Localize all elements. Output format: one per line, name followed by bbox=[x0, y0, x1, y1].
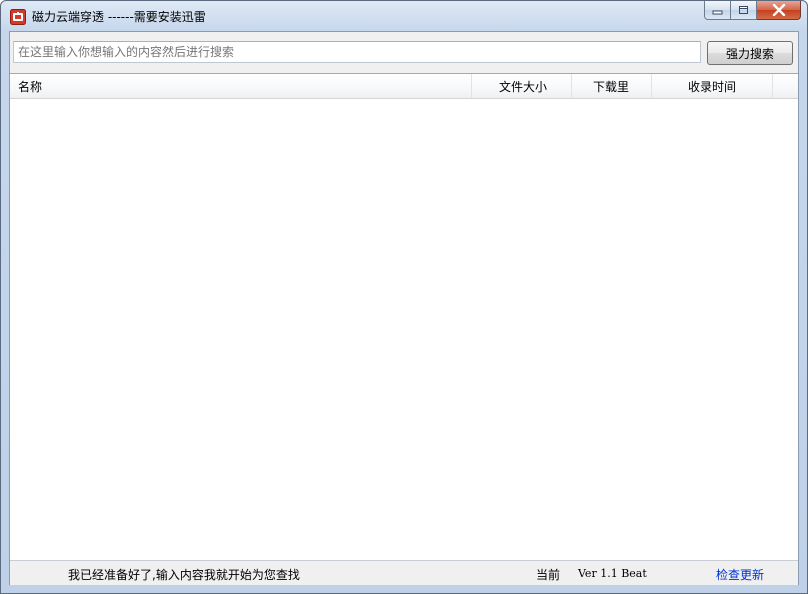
column-header-time[interactable]: 收录时间 bbox=[652, 74, 773, 98]
check-update-link[interactable]: 检查更新 bbox=[716, 566, 764, 583]
results-list[interactable]: 名称 文件大小 下载里 收录时间 bbox=[10, 73, 798, 560]
column-header-size[interactable]: 文件大小 bbox=[472, 74, 572, 98]
maximize-icon bbox=[739, 6, 748, 14]
client-area: 强力搜索 名称 文件大小 下载里 收录时间 我已经准备好了,输入内容我就开始为您… bbox=[9, 31, 799, 585]
column-header-downloads[interactable]: 下载里 bbox=[572, 74, 652, 98]
close-icon bbox=[772, 4, 785, 16]
minimize-button[interactable] bbox=[704, 1, 731, 20]
minimize-icon bbox=[712, 10, 723, 15]
title-bar[interactable]: 磁力云端穿透 ------需要安装迅雷 bbox=[1, 1, 807, 31]
magnet-app-icon bbox=[10, 9, 26, 25]
status-current-label: 当前 bbox=[536, 568, 561, 582]
list-header: 名称 文件大小 下载里 收录时间 bbox=[10, 74, 798, 99]
column-header-filler bbox=[773, 74, 798, 98]
search-button[interactable]: 强力搜索 bbox=[707, 41, 793, 65]
status-version: Ver 1.1 Beat bbox=[578, 567, 647, 580]
app-window: 磁力云端穿透 ------需要安装迅雷 强力搜索 bbox=[0, 0, 808, 594]
status-bar: 我已经准备好了,输入内容我就开始为您查找 当前 Ver 1.1 Beat 检查更… bbox=[10, 560, 798, 585]
window-title: 磁力云端穿透 ------需要安装迅雷 bbox=[32, 10, 206, 24]
column-header-name[interactable]: 名称 bbox=[10, 74, 472, 98]
search-input[interactable] bbox=[13, 41, 701, 63]
close-button[interactable] bbox=[757, 1, 801, 20]
maximize-button[interactable] bbox=[731, 1, 757, 20]
caption-buttons bbox=[704, 1, 801, 21]
status-message: 我已经准备好了,输入内容我就开始为您查找 bbox=[68, 568, 300, 582]
